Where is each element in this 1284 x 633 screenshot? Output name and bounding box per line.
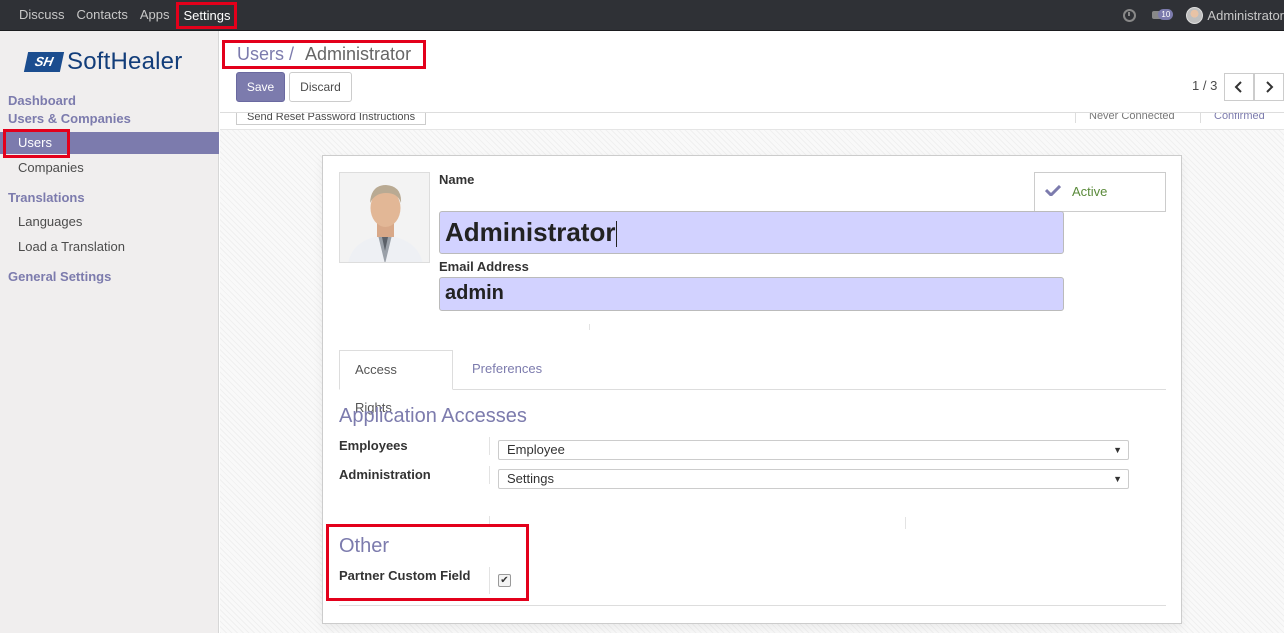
user-avatar[interactable] [1186,7,1204,24]
partner-custom-field-checkbox[interactable]: ✔ [498,574,511,587]
sidebar: SH SoftHealer Dashboard Users & Companie… [0,31,219,633]
partner-custom-field-label: Partner Custom Field [339,568,471,583]
active-toggle-button[interactable]: Active [1034,172,1166,212]
chat-icon[interactable]: 10 [1152,8,1174,23]
tab-access-rights[interactable]: Access Rights [339,350,453,415]
administration-label: Administration [339,467,431,482]
sidebar-item-users[interactable]: Users [0,129,219,158]
chevron-right-icon [1266,81,1274,93]
menu-discuss[interactable]: Discuss [14,0,70,31]
sidebar-item-companies[interactable]: Companies [0,157,219,179]
other-section-title: Other [339,535,390,557]
sidebar-item-load-translation[interactable]: Load a Translation [0,236,219,258]
application-accesses-title: Application Accesses [339,405,527,427]
active-label: Active [1072,184,1108,199]
pager-value[interactable]: 1 / 3 [1192,78,1217,93]
logo-mark: SH [23,52,65,72]
employees-select-value: Employee [507,442,565,457]
chat-count-badge: 10 [1158,8,1174,20]
name-input[interactable]: Administrator [439,211,1064,254]
breadcrumb-current: Administrator [305,44,412,64]
divider [589,324,590,330]
divider [905,517,906,529]
user-photo-image [340,173,429,262]
form-view: Send Reset Password Instructions Never C… [220,113,1284,633]
email-input[interactable]: admin [439,277,1064,311]
form-tabs: Access Rights Preferences [339,350,1166,415]
discard-button[interactable]: Discard [289,72,352,102]
sidebar-item-languages[interactable]: Languages [0,211,219,233]
form-statusbar: Send Reset Password Instructions Never C… [220,113,1284,130]
app-menu: Discuss Contacts Apps Settings [14,0,239,31]
save-button[interactable]: Save [236,72,285,102]
name-label: Name [439,172,475,187]
pager-previous-button[interactable] [1224,73,1254,101]
activity-clock-icon[interactable] [1123,9,1137,22]
control-panel: Users / Administrator Save Discard 1 / 3 [220,31,1284,113]
name-input-value: Administrator [445,217,616,247]
employees-select[interactable]: Employee ▼ [498,440,1129,460]
sidebar-section-translations[interactable]: Translations [8,190,85,205]
top-navbar: Discuss Contacts Apps Settings 10 Admini… [0,0,1284,31]
pager-next-button[interactable] [1254,73,1284,101]
email-label: Email Address [439,259,529,274]
company-logo: SH SoftHealer [23,48,183,75]
status-confirmed: Confirmed [1200,113,1265,123]
checkmark-icon: ✔ [500,575,509,586]
menu-settings[interactable]: Settings [176,2,238,29]
divider [489,437,490,455]
divider [489,567,490,594]
divider [339,605,1166,606]
breadcrumb-parent-link[interactable]: Users / [237,44,294,64]
check-icon [1045,185,1061,196]
systray: 10 Administrator [1123,0,1284,31]
sidebar-section-dashboard[interactable]: Dashboard [8,93,76,108]
chevron-left-icon [1234,81,1242,93]
divider [489,466,490,484]
administration-select[interactable]: Settings ▼ [498,469,1129,489]
status-never-connected: Never Connected [1075,113,1193,123]
sidebar-section-general-settings[interactable]: General Settings [8,269,111,284]
menu-apps[interactable]: Apps [135,0,175,31]
caret-down-icon: ▼ [1113,445,1122,455]
user-menu[interactable]: Administrator [1207,8,1284,23]
menu-contacts[interactable]: Contacts [72,0,133,31]
sidebar-section-users-companies[interactable]: Users & Companies [8,111,131,126]
logo-text: SoftHealer [67,48,183,75]
sidebar-item-label: Users [18,135,52,150]
breadcrumb: Users / Administrator [222,40,427,69]
tab-preferences[interactable]: Preferences [457,350,557,390]
user-photo[interactable] [339,172,430,263]
caret-down-icon: ▼ [1113,474,1122,484]
send-reset-password-button[interactable]: Send Reset Password Instructions [236,113,427,125]
administration-select-value: Settings [507,471,554,486]
form-sheet: Name Active Administrator Email Address … [322,155,1182,624]
employees-label: Employees [339,438,408,453]
text-caret [616,221,618,248]
